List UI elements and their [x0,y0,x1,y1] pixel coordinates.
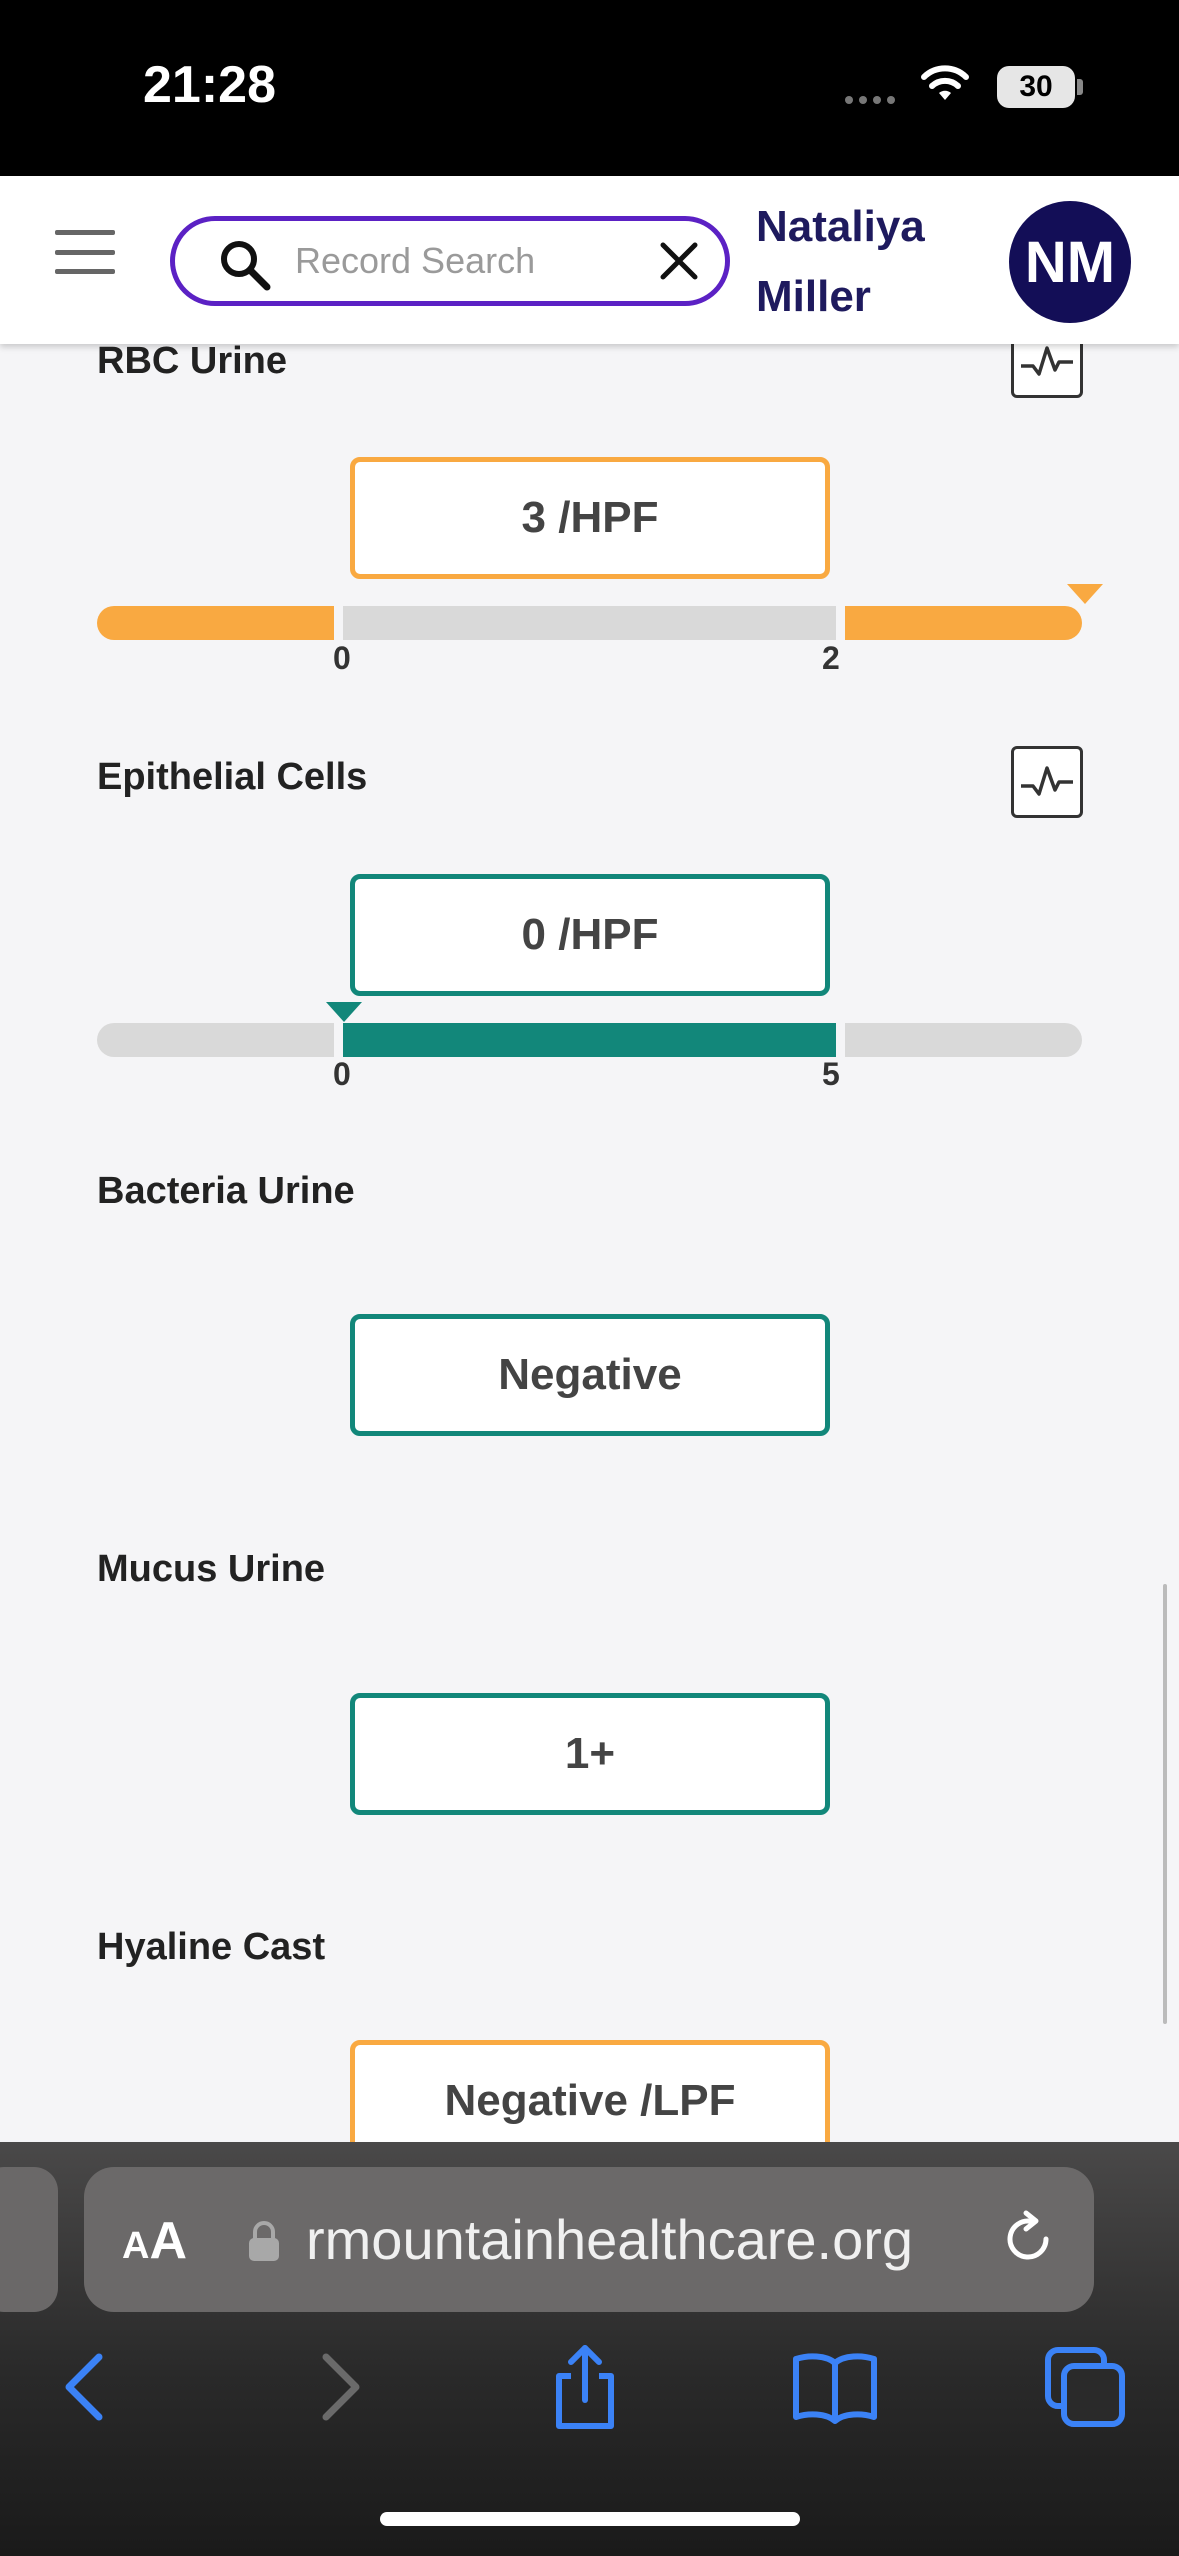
result-value-box: 0 /HPF [350,874,830,996]
share-button[interactable] [530,2327,640,2447]
status-time: 21:28 [143,56,276,114]
home-indicator[interactable] [380,2512,800,2526]
battery-cap [1077,79,1083,95]
range-bar-low-segment [97,606,334,640]
range-bar-high-segment [845,606,1082,640]
book-icon [793,2353,877,2424]
bookmarks-button[interactable] [780,2327,890,2447]
share-icon [556,2345,614,2429]
search-input[interactable] [295,235,635,287]
trend-chart-icon[interactable] [1011,746,1083,818]
status-bar: 21:28 30 [0,0,1179,176]
battery-icon: 30 [997,66,1075,108]
browser-nav-row [0,2327,1179,2447]
url-text: rmountainhealthcare.org [306,2208,914,2271]
address-bar[interactable]: AA rmountainhealthcare.org [84,2167,1094,2312]
result-value-box: 3 /HPF [350,457,830,579]
result-value-box: Negative /LPF [350,2040,830,2142]
result-title-hyaline-cast: Hyaline Cast [97,1926,326,1968]
tabs-button[interactable] [1030,2327,1140,2447]
user-last-name: Miller [756,272,871,321]
result-value-box: 1+ [350,1693,830,1815]
trend-chart-icon[interactable] [1011,344,1083,398]
avatar[interactable]: NM [1009,201,1131,323]
range-bar-high-segment [845,1023,1082,1057]
chevron-right-icon [322,2353,360,2421]
range-low-label: 0 [333,1056,351,1092]
reload-icon[interactable] [996,2207,1060,2271]
result-title-mucus-urine: Mucus Urine [97,1548,326,1590]
browser-toolbar: AA rmountainhealthcare.org [0,2142,1179,2556]
result-marker [1067,584,1103,604]
tabs-icon [1045,2347,1125,2427]
result-title-epithelial-cells: Epithelial Cells [97,756,368,798]
result-title-bacteria-urine: Bacteria Urine [97,1170,355,1212]
lock-icon [249,2221,279,2261]
record-search-box[interactable] [170,216,730,306]
range-high-label: 2 [822,640,840,676]
wifi-icon [921,65,969,100]
range-bar-normal-segment [343,606,836,640]
scrollbar[interactable] [1163,1584,1167,2024]
range-bar-normal-segment [343,1023,836,1057]
result-title-rbc-urine: RBC Urine [97,344,288,382]
previous-tab-preview[interactable] [0,2167,58,2312]
range-high-label: 5 [822,1056,840,1092]
result-value-box: Negative [350,1314,830,1436]
app-header: Nataliya Miller NM [0,176,1179,344]
back-button[interactable] [30,2327,140,2447]
user-first-name: Nataliya [756,202,925,251]
range-bar-low-segment [97,1023,334,1057]
text-size-button[interactable]: AA [122,2211,187,2271]
lab-results-list: RBC Urine 3 /HPF 0 2 Epithelial Cells 0 … [0,344,1179,2142]
clear-search-icon[interactable] [657,239,701,283]
result-marker [326,1002,362,1022]
cellular-signal-icon [845,96,895,104]
range-low-label: 0 [333,640,351,676]
hamburger-menu-icon[interactable] [55,230,115,274]
user-name[interactable]: Nataliya Miller [756,192,966,332]
search-icon [221,241,271,291]
forward-button[interactable] [285,2327,395,2447]
chevron-left-icon [65,2353,103,2421]
